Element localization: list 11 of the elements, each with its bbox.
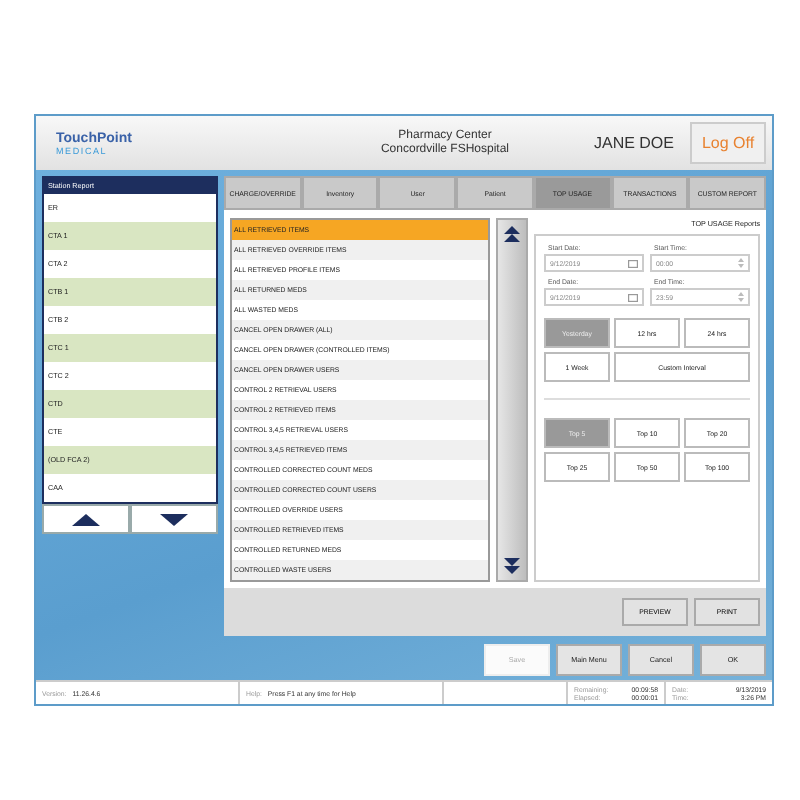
user-name: JANE DOE <box>593 134 674 152</box>
spinner-icon <box>738 258 744 268</box>
scroll-top-icon[interactable] <box>504 226 520 244</box>
down-triangle-icon <box>160 513 188 525</box>
scroll-bottom-icon[interactable] <box>504 556 520 574</box>
scroll-down-button[interactable] <box>130 504 218 534</box>
scroll-up-button[interactable] <box>42 504 130 534</box>
calendar-icon <box>628 293 638 301</box>
spinner-icon <box>738 292 744 302</box>
calendar-icon <box>628 259 638 267</box>
up-triangle-icon <box>72 513 100 525</box>
